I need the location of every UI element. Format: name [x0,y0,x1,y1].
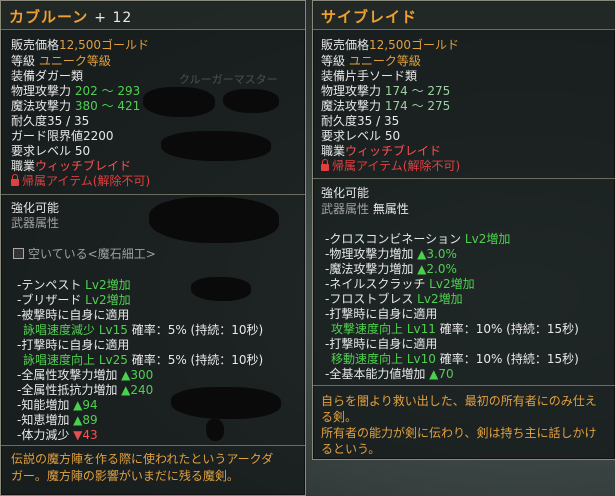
item-name: カブルーン + 12 [9,8,133,26]
enhance-possible: 強化可能 [11,201,60,215]
faded-background-text: クルーガーマスター [179,73,278,86]
magic-attack: 魔法攻撃力 174 ～ 275 [321,99,451,113]
option-line: 詠唱速度減少 Lv15 確率：5% (持続：10秒) [23,323,264,337]
weapon-attribute: 武器属性 無属性 [321,202,409,216]
item-tooltip-left: カブルーン + 12 クルーガーマスター 販売価格12,500ゴールド 等級 ユニ… [0,0,306,496]
option-line: -ブリザード Lv2増加 [17,293,131,307]
option-line: -全基本能力値増加 ▲70 [325,367,454,381]
option-line: -体力減少 ▼43 [17,428,98,442]
item-description: る剣。 [321,410,358,424]
tooltip-header: サイブレイド [313,1,615,30]
redaction-mark [206,419,224,441]
grade: 等級 ユニーク等級 [321,54,421,68]
option-line: 詠唱速度向上 Lv25 確率：5% (持続：10秒) [23,353,264,367]
item-description: 自らを闇より救い出した、最初の所有者にのみ仕え [321,394,597,408]
option-line: -打撃時に自身に適用 [325,337,438,351]
gem-socket[interactable]: 空いている<魔石細工> [13,246,156,262]
required-level: 要求レベル 50 [11,144,91,158]
required-level: 要求レベル 50 [321,129,401,143]
sale-price: 販売価格12,500ゴールド [11,38,150,52]
divider [313,178,615,179]
enhance-possible: 強化可能 [321,186,370,200]
equip-type: 装備ダガー類 [11,69,84,83]
divider [313,385,615,386]
option-line: -クロスコンビネーション Lv2増加 [325,232,511,246]
item-description: 伝説の魔方陣を作る際に使われたというアークダ [11,452,274,466]
redaction-mark [161,131,271,161]
option-line: -フロストブレス Lv2増加 [325,292,463,306]
tooltip-header: カブルーン + 12 [1,1,305,30]
durability: 耐久度35 / 35 [321,114,400,128]
option-line: -打撃時に自身に適用 [325,307,438,321]
option-line: -知能増加 ▲94 [17,398,98,412]
divider [1,194,305,195]
redaction-mark [171,387,281,419]
option-line: -全属性攻撃力増加 ▲300 [17,368,154,382]
divider [1,445,305,446]
socket-box-icon [13,248,24,259]
job-class: 職業ウィッチブレイド [11,159,132,173]
redaction-mark [149,197,279,243]
option-line: 攻撃速度向上 Lv11 確率：10% (持続：15秒) [331,322,579,336]
lock-icon [11,174,19,186]
durability: 耐久度35 / 35 [11,114,90,128]
grade: 等級 ユニーク等級 [11,54,111,68]
option-line: 移動速度向上 Lv10 確率：10% (持続：15秒) [331,352,579,366]
option-line: -打撃時に自身に適用 [17,338,130,352]
redaction-mark [223,89,279,113]
option-line: -ネイルスクラッチ Lv2増加 [325,277,475,291]
bound-item: 帰属アイテム(解除不可) [11,173,150,189]
bound-item: 帰属アイテム(解除不可) [321,158,460,174]
redaction-mark [191,277,251,301]
phys-attack: 物理攻撃力 174 ～ 275 [321,84,451,98]
option-line: -物理攻撃力増加 ▲3.0% [325,247,457,261]
option-line: -全属性抵抗力増加 ▲240 [17,383,154,397]
lock-icon [321,159,329,171]
guard-limit: ガード限界値2200 [11,129,114,143]
item-name: サイブレイド [321,8,418,26]
item-description: ガー。魔方陣の影響がいまだに残る魔剣。 [11,469,239,483]
weapon-attribute: 武器属性 [11,216,60,230]
option-line: -被撃時に自身に適用 [17,308,130,322]
option-line: -知恵増加 ▲89 [17,413,98,427]
equip-type: 装備片手ソード類 [321,69,418,83]
option-line: -テンペスト Lv2増加 [17,278,131,292]
job-class: 職業ウィッチブレイド [321,144,442,158]
sale-price: 販売価格12,500ゴールド [321,38,460,52]
redaction-mark [143,87,215,117]
item-description: るという。 [321,442,381,456]
enhance-level: + 12 [94,10,133,26]
item-description: 所有者の能力が剣に伝わり、剣は持ち主に話しかけ [321,426,597,440]
option-line: -魔法攻撃力増加 ▲2.0% [325,262,457,276]
item-tooltip-right: サイブレイド 販売価格12,500ゴールド 等級 ユニーク等級 装備片手ソード類… [312,0,615,460]
magic-attack: 魔法攻撃力 380 ～ 421 [11,99,141,113]
phys-attack: 物理攻撃力 202 ～ 293 [11,84,141,98]
